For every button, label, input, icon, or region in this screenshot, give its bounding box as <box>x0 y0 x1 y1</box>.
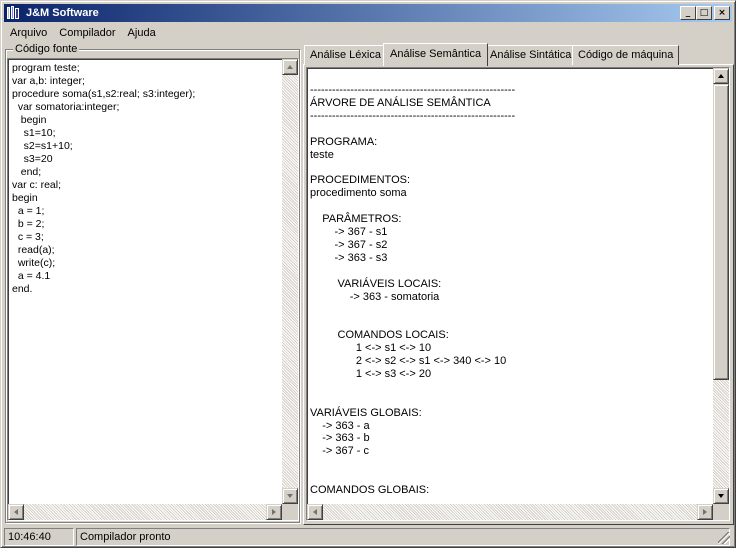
output-scroll-thumb[interactable] <box>713 84 729 380</box>
scroll-right-arrow-icon <box>272 509 276 515</box>
status-time: 10:46:40 <box>4 528 74 546</box>
status-bar: 10:46:40 Compilador pronto <box>4 528 732 546</box>
scroll-corner <box>282 504 298 520</box>
close-button[interactable]: × <box>714 6 730 20</box>
menu-compilador[interactable]: Compilador <box>53 27 121 39</box>
resize-grip-icon[interactable] <box>718 532 730 544</box>
semantic-tree-text[interactable]: ----------------------------------------… <box>310 84 515 497</box>
menu-bar: Arquivo Compilador Ajuda <box>4 23 732 42</box>
source-scroll-up-button[interactable] <box>282 59 298 75</box>
source-group-label: Código fonte <box>13 43 80 55</box>
output-scroll-left-button[interactable] <box>307 504 323 520</box>
output-horizontal-scrollbar[interactable] <box>307 504 713 520</box>
output-scroll-up-button[interactable] <box>713 68 729 84</box>
scroll-up-arrow-icon <box>287 65 293 69</box>
tab-analise-sintatica[interactable]: Análise Sintática <box>484 45 578 65</box>
source-code-text[interactable]: program teste; var a,b: integer; procedu… <box>12 62 195 296</box>
menu-ajuda[interactable]: Ajuda <box>122 27 162 39</box>
semantic-output-memo[interactable]: ----------------------------------------… <box>306 67 730 521</box>
source-scroll-left-button[interactable] <box>8 504 24 520</box>
tab-analise-semantica[interactable]: Análise Semântica <box>383 43 489 66</box>
source-code-editor[interactable]: program teste; var a,b: integer; procedu… <box>7 58 299 521</box>
scroll-corner <box>713 504 729 520</box>
source-scroll-down-button[interactable] <box>282 488 298 504</box>
minimize-button[interactable]: _ <box>680 6 696 20</box>
scroll-right-arrow-icon <box>703 509 707 515</box>
scroll-left-arrow-icon <box>313 509 317 515</box>
app-logo-icon <box>6 5 22 21</box>
source-horizontal-scrollbar[interactable] <box>8 504 282 520</box>
tab-analise-lexica[interactable]: Análise Léxica <box>304 45 387 65</box>
menu-arquivo[interactable]: Arquivo <box>4 27 53 39</box>
scroll-down-arrow-icon <box>718 494 724 498</box>
window-title: J&M Software <box>26 7 99 19</box>
output-vertical-scrollbar[interactable] <box>713 68 729 504</box>
source-vertical-scrollbar[interactable] <box>282 59 298 504</box>
tab-codigo-de-maquina[interactable]: Código de máquina <box>572 45 680 65</box>
scroll-left-arrow-icon <box>14 509 18 515</box>
source-scroll-right-button[interactable] <box>266 504 282 520</box>
status-message: Compilador pronto <box>76 528 730 546</box>
output-scroll-right-button[interactable] <box>697 504 713 520</box>
scroll-down-arrow-icon <box>287 494 293 498</box>
main-window: J&M Software _ □ × Arquivo Compilador Aj… <box>0 0 736 548</box>
scroll-up-arrow-icon <box>718 74 724 78</box>
maximize-button[interactable]: □ <box>696 6 712 20</box>
title-bar[interactable]: J&M Software _ □ × <box>4 4 732 22</box>
output-scroll-down-button[interactable] <box>713 488 729 504</box>
